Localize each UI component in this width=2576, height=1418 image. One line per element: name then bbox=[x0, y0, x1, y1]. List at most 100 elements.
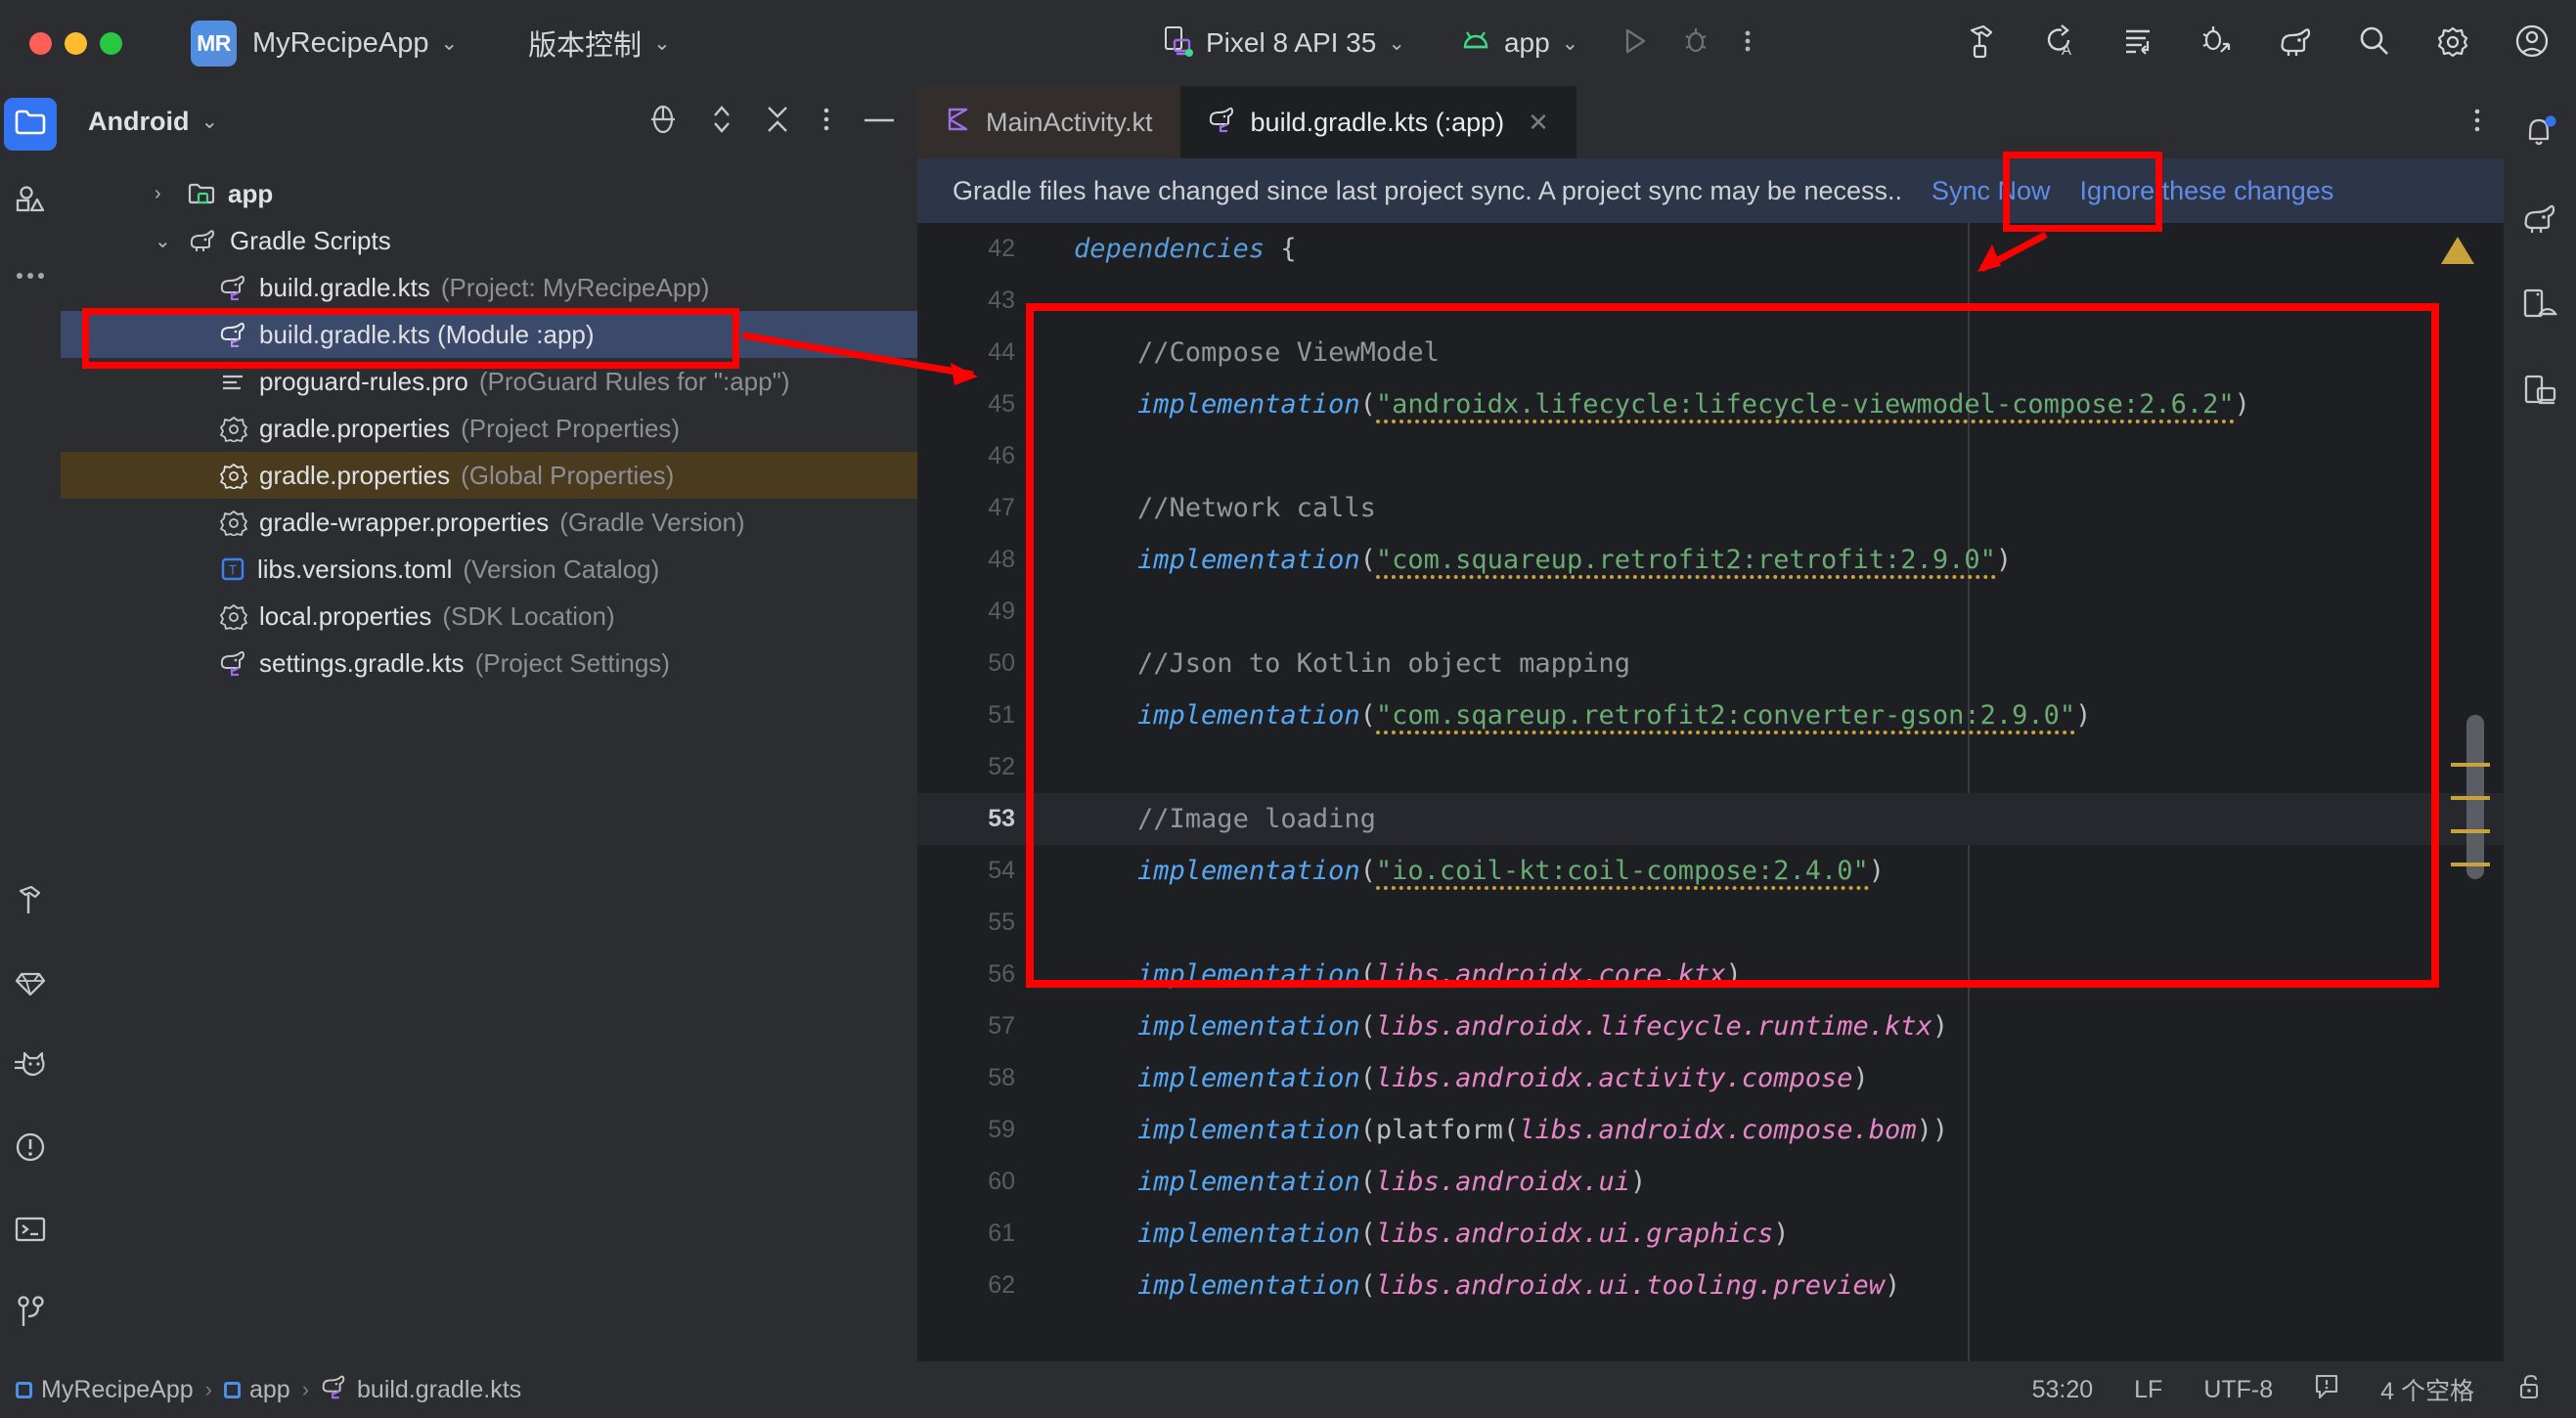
code-line[interactable]: 60 implementation(libs.androidx.ui) bbox=[917, 1156, 2504, 1208]
ignore-changes-link[interactable]: Ignore these changes bbox=[2080, 176, 2334, 206]
run-config-selector[interactable]: app ⌄ bbox=[1460, 27, 1578, 59]
code-line[interactable]: 61 implementation(libs.androidx.ui.graph… bbox=[917, 1208, 2504, 1260]
sidebar-item-notifications[interactable] bbox=[2513, 108, 2566, 160]
line-number: 50 bbox=[988, 649, 1015, 677]
chevron-down-icon[interactable]: ⌄ bbox=[200, 111, 218, 132]
attach-debugger-icon[interactable] bbox=[2198, 22, 2234, 65]
account-icon[interactable] bbox=[2513, 22, 2551, 65]
tree-item-gradle-scripts[interactable]: ⌄ Gradle Scripts bbox=[61, 217, 917, 264]
sidebar-item-running-devices[interactable] bbox=[2513, 366, 2566, 419]
sidebar-item-logcat[interactable] bbox=[4, 1041, 57, 1093]
search-icon[interactable] bbox=[2357, 23, 2392, 64]
hide-panel-icon[interactable] bbox=[863, 112, 896, 130]
code-line[interactable]: 46 bbox=[917, 430, 2504, 482]
tree-item-libs-versions-toml[interactable]: T libs.versions.toml (Version Catalog) bbox=[61, 546, 917, 593]
run-icon[interactable] bbox=[1621, 26, 1649, 61]
code-token: "com.squareup.retrofit2:retrofit:2.9.0" bbox=[1375, 545, 1996, 579]
code-line[interactable]: 43 bbox=[917, 275, 2504, 327]
gradle-file-icon bbox=[321, 1374, 348, 1406]
sidebar-item-more-tool-windows[interactable] bbox=[4, 250, 57, 303]
indent-setting[interactable]: 4 个空格 bbox=[2380, 1372, 2474, 1407]
logcat-icon[interactable] bbox=[2120, 23, 2155, 64]
tree-item-gradle-properties-project[interactable]: gradle.properties (Project Properties) bbox=[61, 405, 917, 452]
sync-now-link[interactable]: Sync Now bbox=[1932, 176, 2051, 206]
code-line[interactable]: 53 //Image loading bbox=[917, 793, 2504, 845]
sidebar-item-resource-manager[interactable] bbox=[4, 174, 57, 227]
tree-item-local-properties[interactable]: local.properties (SDK Location) bbox=[61, 593, 917, 640]
file-encoding[interactable]: UTF-8 bbox=[2203, 1376, 2273, 1404]
tree-item-sublabel: (Gradle Version) bbox=[559, 507, 745, 537]
device-selector[interactable]: Pixel 8 API 35 ⌄ bbox=[1164, 25, 1405, 62]
tree-item-gradle-properties-global[interactable]: gradle.properties (Global Properties) bbox=[61, 452, 917, 499]
warning-marker-icon[interactable] bbox=[2441, 237, 2474, 264]
caret-position[interactable]: 53:20 bbox=[2032, 1376, 2094, 1404]
sidebar-item-problems[interactable] bbox=[4, 1123, 57, 1175]
version-control-menu[interactable]: 版本控制 ⌄ bbox=[512, 22, 671, 64]
sidebar-item-build[interactable] bbox=[4, 876, 57, 929]
warning-mark bbox=[2451, 763, 2490, 767]
gear-icon[interactable] bbox=[2435, 23, 2470, 64]
code-line[interactable]: 58 implementation(libs.androidx.activity… bbox=[917, 1052, 2504, 1104]
tab-main-activity[interactable]: MainActivity.kt bbox=[917, 86, 1180, 158]
code-line[interactable]: 42 dependencies { bbox=[917, 223, 2504, 275]
gradle-elephant-icon[interactable] bbox=[2277, 23, 2314, 64]
chevron-right-icon[interactable]: › bbox=[155, 183, 161, 205]
code-line[interactable]: 55 bbox=[917, 897, 2504, 949]
code-token: ) bbox=[1995, 545, 2013, 575]
sidebar-item-version-control[interactable] bbox=[4, 1287, 57, 1340]
tree-item-app[interactable]: › app bbox=[61, 170, 917, 217]
tab-build-gradle-kts[interactable]: build.gradle.kts (:app) ✕ bbox=[1179, 86, 1577, 158]
code-line[interactable]: 54 implementation("io.coil-kt:coil-compo… bbox=[917, 845, 2504, 897]
close-window-button[interactable] bbox=[29, 31, 52, 55]
sidebar-item-device-manager[interactable] bbox=[2513, 280, 2566, 332]
code-lines[interactable]: 42 dependencies {43 44 //Compose ViewModel… bbox=[917, 223, 2504, 1311]
sidebar-item-terminal[interactable] bbox=[4, 1205, 57, 1258]
code-token: ( bbox=[1359, 1011, 1376, 1041]
code-line[interactable]: 56 implementation(libs.androidx.core.ktx… bbox=[917, 949, 2504, 1000]
breadcrumb-item-project[interactable]: MyRecipeApp bbox=[16, 1376, 194, 1404]
expand-collapse-icon[interactable] bbox=[710, 103, 733, 141]
unlocked-icon[interactable] bbox=[2515, 1373, 2543, 1407]
tree-item-gradle-wrapper-properties[interactable]: gradle-wrapper.properties (Gradle Versio… bbox=[61, 499, 917, 546]
sidebar-item-project[interactable] bbox=[4, 98, 57, 151]
sidebar-item-gemini[interactable] bbox=[4, 958, 57, 1011]
editor-scrollbar[interactable] bbox=[2441, 223, 2490, 1361]
apply-changes-icon[interactable]: A bbox=[2042, 22, 2077, 65]
window-traffic-lights[interactable] bbox=[29, 31, 122, 55]
hammer-build-icon[interactable] bbox=[1964, 22, 1999, 65]
tree-item-build-gradle-module-app[interactable]: build.gradle.kts (Module :app) bbox=[61, 311, 917, 358]
chevron-down-icon[interactable]: ⌄ bbox=[155, 229, 171, 253]
tree-item-build-gradle-project[interactable]: build.gradle.kts (Project: MyRecipeApp) bbox=[61, 264, 917, 311]
code-line[interactable]: 48 implementation("com.squareup.retrofit… bbox=[917, 534, 2504, 586]
sidebar-item-gradle[interactable] bbox=[2513, 194, 2566, 246]
select-opened-file-icon[interactable] bbox=[647, 103, 679, 141]
project-menu[interactable]: MR MyRecipeApp ⌄ bbox=[122, 20, 458, 66]
minimize-window-button[interactable] bbox=[65, 31, 87, 55]
breadcrumb-item-file[interactable]: build.gradle.kts bbox=[321, 1374, 521, 1406]
code-line[interactable]: 57 implementation(libs.androidx.lifecycl… bbox=[917, 1000, 2504, 1052]
options-menu-icon[interactable] bbox=[822, 105, 831, 139]
editor-options-icon[interactable] bbox=[2472, 106, 2482, 140]
more-vertical-icon[interactable] bbox=[1743, 26, 1753, 61]
line-separator[interactable]: LF bbox=[2134, 1376, 2162, 1404]
maximize-window-button[interactable] bbox=[100, 31, 122, 55]
tree-item-proguard-rules[interactable]: proguard-rules.pro (ProGuard Rules for "… bbox=[61, 358, 917, 405]
code-editor[interactable]: 42 dependencies {43 44 //Compose ViewModel… bbox=[917, 223, 2504, 1361]
code-line[interactable]: 59 implementation(platform(libs.androidx… bbox=[917, 1104, 2504, 1156]
code-line[interactable]: 62 implementation(libs.androidx.ui.tooli… bbox=[917, 1260, 2504, 1311]
code-line[interactable]: 44 //Compose ViewModel bbox=[917, 327, 2504, 378]
code-line[interactable]: 52 bbox=[917, 741, 2504, 793]
tree-item-settings-gradle[interactable]: settings.gradle.kts (Project Settings) bbox=[61, 640, 917, 687]
close-icon[interactable]: ✕ bbox=[1528, 108, 1549, 138]
code-line[interactable]: 51 implementation("com.sqareup.retrofit2… bbox=[917, 689, 2504, 741]
inspections-icon[interactable] bbox=[2314, 1373, 2339, 1407]
debug-icon[interactable] bbox=[1682, 26, 1710, 61]
collapse-all-icon[interactable] bbox=[765, 103, 790, 141]
code-line[interactable]: 45 implementation("androidx.lifecycle:li… bbox=[917, 378, 2504, 430]
breadcrumb-item-app[interactable]: app bbox=[223, 1376, 290, 1404]
code-line[interactable]: 47 //Network calls bbox=[917, 482, 2504, 534]
code-line[interactable]: 49 bbox=[917, 586, 2504, 638]
code-line[interactable]: 50 //Json to Kotlin object mapping bbox=[917, 638, 2504, 689]
code-token: ) bbox=[2075, 700, 2092, 731]
